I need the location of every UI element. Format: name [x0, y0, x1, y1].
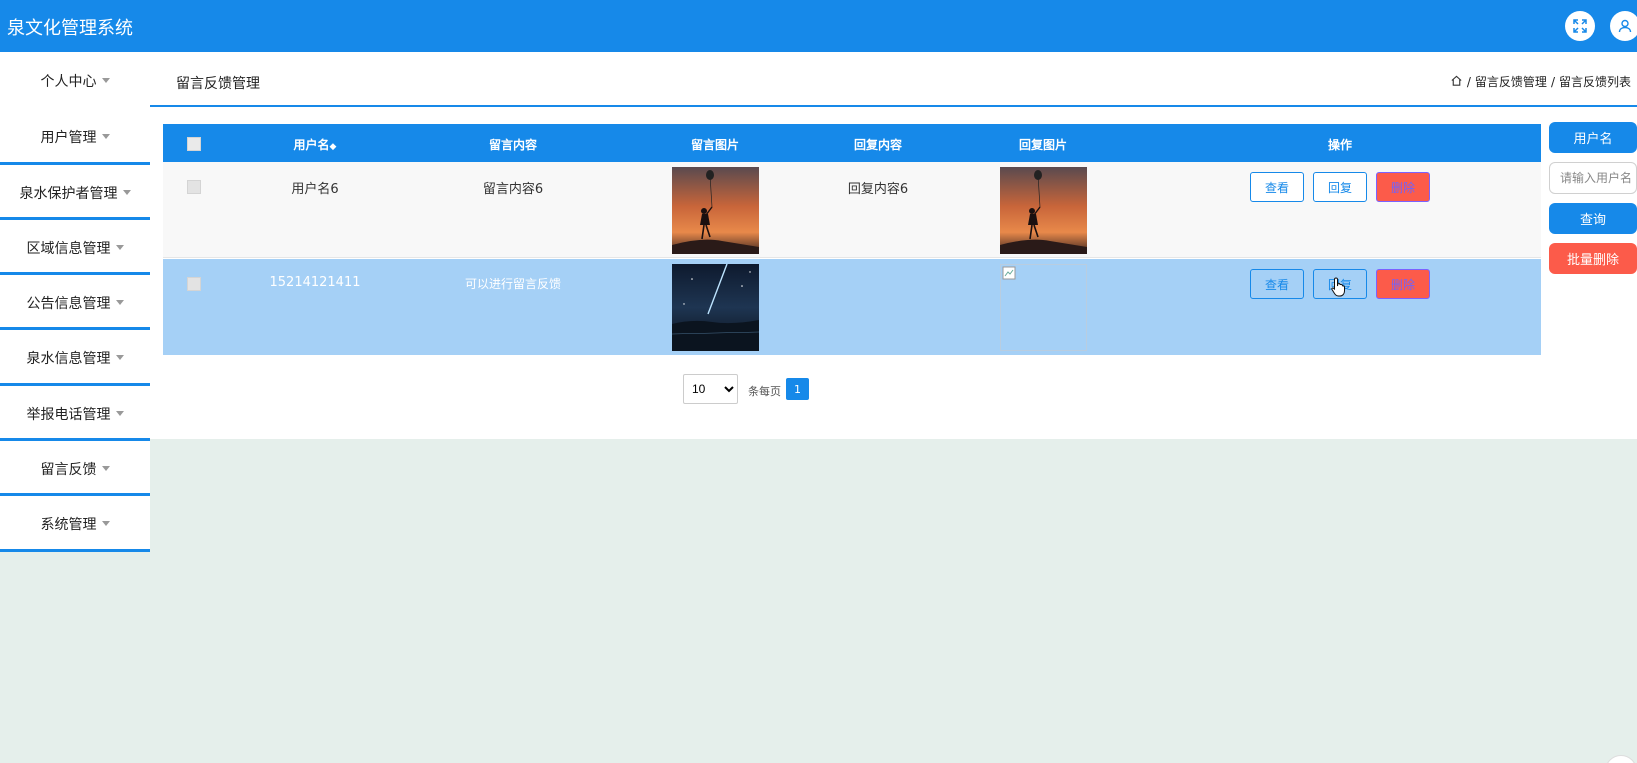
column-header-reply-image: 回复图片 — [1018, 138, 1068, 152]
cell-message: 留言内容6 — [482, 182, 544, 197]
sidebar-item-label: 用户管理 — [40, 129, 97, 146]
username-filter-label: 用户名 — [1549, 122, 1637, 153]
cell-username: 用户名6 — [291, 182, 339, 197]
sidebar-item-protectors[interactable]: 泉水保护者管理 — [0, 165, 150, 220]
caret-down-icon — [101, 521, 110, 526]
hand-cursor-icon — [1331, 277, 1347, 301]
breadcrumb-separator: / — [1550, 74, 1555, 89]
column-header-reply: 回复内容 — [853, 138, 903, 152]
caret-down-icon — [115, 411, 124, 416]
breadcrumb: / 留言反馈管理 / 留言反馈列表 — [1450, 73, 1631, 90]
table-header: 用户名◆ 留言内容 留言图片 回复内容 回复图片 操作 — [163, 124, 1541, 162]
username-search-input[interactable] — [1549, 162, 1637, 194]
top-bar: 泉文化管理系统 — [0, 0, 1637, 52]
app-title: 泉文化管理系统 — [7, 18, 133, 39]
sidebar-item-regions[interactable]: 区域信息管理 — [0, 220, 150, 275]
row-checkbox[interactable] — [187, 180, 201, 194]
delete-button[interactable]: 删除 — [1376, 172, 1430, 202]
sort-icon[interactable]: ◆ — [330, 142, 337, 152]
column-header-message: 留言内容 — [488, 138, 538, 152]
back-to-top-button[interactable] — [1605, 755, 1637, 763]
table-row[interactable]: 15214121411 可以进行留言反馈 查看 删除 — [163, 259, 1541, 355]
sidebar-item-label: 系统管理 — [40, 516, 97, 533]
per-page-label: 条每页 — [748, 385, 781, 398]
sidebar-item-label: 个人中心 — [40, 73, 97, 90]
cell-reply: 回复内容6 — [847, 182, 909, 197]
caret-down-icon — [101, 78, 110, 83]
table-row[interactable]: 用户名6 留言内容6 回复内容6 查看 回复 删除 — [163, 162, 1541, 258]
sidebar-item-personal-center[interactable]: 个人中心 — [0, 53, 150, 108]
user-avatar-icon[interactable] — [1610, 11, 1637, 41]
delete-button[interactable]: 删除 — [1376, 269, 1430, 299]
sidebar-item-label: 公告信息管理 — [26, 295, 111, 312]
sidebar-item-label: 泉水保护者管理 — [19, 185, 118, 202]
page-title: 留言反馈管理 — [176, 76, 260, 92]
batch-delete-button[interactable]: 批量删除 — [1549, 243, 1637, 274]
breadcrumb-item: 留言反馈列表 — [1558, 75, 1631, 89]
row-checkbox[interactable] — [187, 277, 201, 291]
sidebar-item-feedback[interactable]: 留言反馈 — [0, 441, 150, 496]
sidebar-item-hotlines[interactable]: 举报电话管理 — [0, 386, 150, 441]
caret-down-icon — [122, 190, 131, 195]
sidebar-item-label: 举报电话管理 — [26, 406, 111, 423]
sidebar-item-label: 区域信息管理 — [26, 240, 111, 257]
sidebar-item-label: 留言反馈 — [40, 461, 97, 478]
view-button[interactable]: 查看 — [1250, 269, 1304, 299]
broken-image-icon[interactable] — [1000, 264, 1087, 351]
fullscreen-icon[interactable] — [1565, 11, 1595, 41]
message-image[interactable] — [672, 264, 759, 351]
cell-username: 15214121411 — [269, 275, 361, 290]
column-header-username[interactable]: 用户名◆ — [294, 136, 337, 153]
column-header-message-image: 留言图片 — [690, 138, 740, 152]
caret-down-icon — [115, 300, 124, 305]
reply-image[interactable] — [1000, 167, 1087, 254]
header-divider — [0, 105, 1637, 107]
view-button[interactable]: 查看 — [1250, 172, 1304, 202]
sidebar-item-springs[interactable]: 泉水信息管理 — [0, 330, 150, 385]
page-size-select[interactable]: 10 — [683, 374, 738, 404]
sidebar-item-system[interactable]: 系统管理 — [0, 496, 150, 551]
caret-down-icon — [115, 355, 124, 360]
sidebar-item-announcements[interactable]: 公告信息管理 — [0, 275, 150, 330]
caret-down-icon — [101, 466, 110, 471]
column-header-actions: 操作 — [1327, 138, 1353, 152]
home-icon[interactable] — [1450, 74, 1463, 90]
search-button[interactable]: 查询 — [1549, 203, 1637, 234]
caret-down-icon — [115, 245, 124, 250]
sidebar-item-users[interactable]: 用户管理 — [0, 109, 150, 164]
column-header-label: 用户名 — [293, 138, 330, 152]
page-number-button[interactable]: 1 — [786, 378, 809, 400]
reply-button[interactable]: 回复 — [1313, 172, 1367, 202]
sidebar-divider — [0, 549, 150, 552]
sidebar-item-label: 泉水信息管理 — [26, 350, 111, 367]
message-image[interactable] — [672, 167, 759, 254]
breadcrumb-separator: / — [1466, 74, 1471, 89]
breadcrumb-item[interactable]: 留言反馈管理 — [1475, 73, 1547, 90]
select-all-checkbox[interactable] — [187, 137, 201, 151]
caret-down-icon — [101, 134, 110, 139]
cell-message: 可以进行留言反馈 — [464, 277, 562, 291]
